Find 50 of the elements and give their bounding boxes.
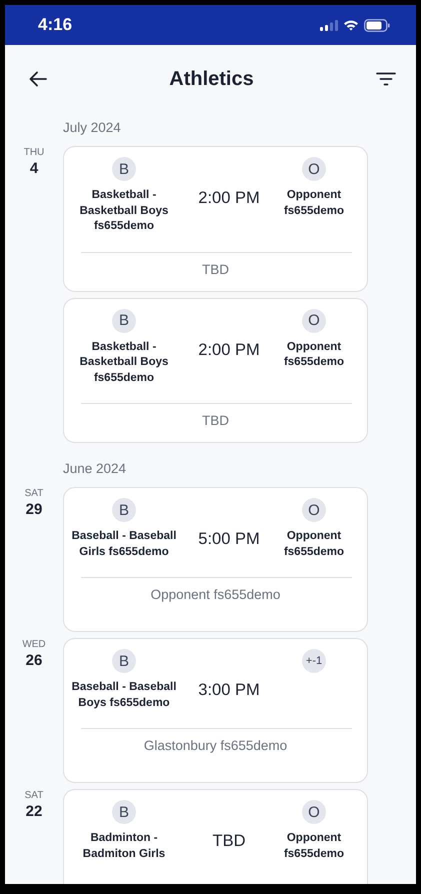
event-card[interactable]: B Baseball - Baseball Boys fs655demo 3:00 PM +-1 Glastonbury fs655demo: [63, 638, 368, 783]
team-avatar: O: [302, 498, 326, 522]
event-location: Opponent fs655demo: [150, 586, 282, 604]
weekday-label: SAT: [24, 790, 44, 801]
event-location: TBD: [201, 412, 230, 430]
event-time: 5:00 PM: [197, 530, 261, 549]
team-avatar: O: [302, 800, 326, 824]
weekday-label: THU: [24, 147, 44, 158]
day-number: 4: [30, 160, 38, 177]
team-avatar: B: [112, 498, 136, 522]
event-time: 2:00 PM: [197, 189, 261, 208]
wifi-icon: [343, 19, 359, 31]
event-card[interactable]: B Basketball - Basketball Boys fs655demo 2:00 PM O Opponent fs655demo TBD: [63, 298, 368, 443]
event-location: Glastonbury fs655demo: [142, 737, 288, 755]
event-card[interactable]: B Baseball - Baseball Girls fs655demo 5:00 PM O Opponent fs655demo Opponent fs655demo: [63, 487, 368, 632]
event-time: 3:00 PM: [197, 681, 261, 700]
event-card[interactable]: B Badminton - Badmiton Girls TBD O Opponent fs655demo: [63, 789, 368, 884]
team-name: Baseball - Baseball Boys fs655demo: [70, 680, 178, 710]
team-name: Opponent fs655demo: [282, 188, 346, 218]
team-avatar: B: [112, 649, 136, 673]
team-name: Opponent fs655demo: [282, 340, 346, 370]
month-heading: June 2024: [62, 460, 128, 478]
team-name: Opponent fs655demo: [282, 831, 346, 862]
team-name: Basketball - Basketball Boys fs655demo: [78, 188, 170, 234]
page-title: Athletics: [169, 68, 254, 90]
event-time: 2:00 PM: [197, 340, 261, 360]
team-name: Opponent fs655demo: [282, 529, 346, 560]
back-arrow-icon[interactable]: [29, 71, 47, 87]
status-time: 4:16: [38, 15, 72, 35]
team-avatar: B: [112, 308, 136, 332]
day-number: 26: [26, 652, 42, 669]
weekday-label: WED: [22, 639, 46, 650]
team-avatar: O: [302, 308, 326, 332]
team-name: Baseball - Baseball Girls fs655demo: [70, 529, 178, 560]
event-time: TBD: [212, 832, 246, 851]
event-card[interactable]: B Basketball - Basketball Boys fs655demo 2:00 PM O Opponent fs655demo TBD: [63, 146, 368, 292]
month-heading: July 2024: [62, 119, 122, 137]
team-avatar: +-1: [302, 649, 326, 673]
team-name: Badminton - Badmiton Girls: [82, 831, 166, 862]
signal-icon: [320, 20, 338, 30]
battery-icon: [364, 18, 390, 32]
day-number: 29: [26, 501, 42, 518]
filter-icon[interactable]: [376, 72, 396, 86]
team-avatar: B: [112, 157, 136, 181]
team-name: Basketball - Basketball Boys fs655demo: [78, 340, 170, 386]
day-number: 22: [26, 803, 42, 820]
weekday-label: SAT: [24, 488, 44, 499]
team-avatar: B: [112, 800, 136, 824]
event-location: TBD: [201, 260, 230, 278]
team-avatar: O: [302, 157, 326, 181]
